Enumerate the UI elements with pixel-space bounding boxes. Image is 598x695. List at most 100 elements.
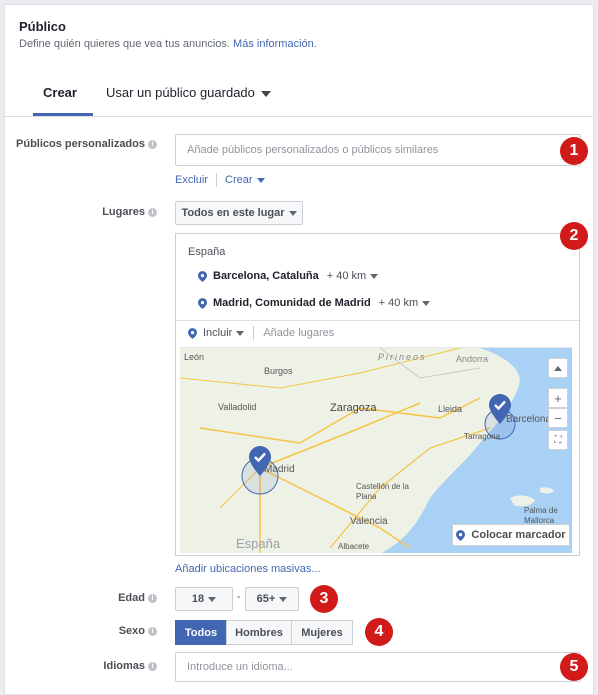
- divider: [176, 320, 579, 321]
- languages-label-text: Idiomas: [103, 660, 145, 672]
- map-label: Tarragona: [464, 432, 501, 441]
- map-marker-madrid[interactable]: [249, 446, 271, 476]
- gender-label: Sexo i: [7, 625, 157, 637]
- callout-badge-1: 1: [560, 137, 588, 165]
- info-icon[interactable]: i: [148, 593, 157, 603]
- add-locations-input[interactable]: Añade lugares: [263, 327, 334, 339]
- languages-label: Idiomas i: [7, 660, 157, 672]
- chevron-down-icon: [236, 330, 245, 336]
- map-label: Barcelona: [506, 414, 552, 425]
- locations-label-text: Lugares: [102, 206, 145, 218]
- age-max-dropdown[interactable]: 65+: [245, 587, 299, 611]
- section-title: Público: [19, 19, 66, 34]
- zoom-out-button[interactable]: −: [548, 408, 568, 428]
- fullscreen-button[interactable]: ⛶: [548, 430, 568, 450]
- age-label-text: Edad: [118, 592, 145, 604]
- gender-option-men[interactable]: Hombres: [226, 620, 292, 645]
- divider: [216, 173, 218, 187]
- callout-badge-4: 4: [365, 618, 393, 646]
- audience-panel: Público Define quién quieres que vea tus…: [4, 4, 594, 695]
- chevron-down-icon: [208, 596, 217, 602]
- custom-audiences-input[interactable]: Añade públicos personalizados o públicos…: [175, 134, 581, 166]
- locations-label: Lugares i: [7, 206, 157, 218]
- exclude-link[interactable]: Excluir: [175, 174, 208, 186]
- map-label: Pirineos: [378, 352, 427, 362]
- location-item[interactable]: Madrid, Comunidad de Madrid + 40 km: [198, 297, 431, 309]
- map-label: Valladolid: [218, 402, 257, 412]
- map[interactable]: León Burgos Pirineos Andorra Valladolid …: [180, 347, 572, 553]
- include-row: Incluir Añade lugares: [188, 326, 334, 340]
- radius-label: + 40 km: [326, 270, 367, 282]
- custom-audiences-placeholder: Añade públicos personalizados o públicos…: [187, 144, 439, 156]
- location-scope-dropdown[interactable]: Todos en este lugar: [175, 201, 303, 225]
- tabs-divider: [5, 116, 593, 117]
- radius-label: + 40 km: [378, 297, 419, 309]
- location-pin-icon: [188, 327, 197, 339]
- chevron-down-icon: [288, 210, 297, 216]
- info-icon[interactable]: i: [148, 139, 157, 149]
- zoom-in-button[interactable]: +: [548, 388, 568, 408]
- info-icon[interactable]: i: [148, 661, 157, 671]
- languages-placeholder: Introduce un idioma...: [187, 661, 293, 673]
- custom-audiences-label-text: Públicos personalizados: [16, 138, 145, 150]
- location-name: Barcelona, Cataluña: [213, 270, 319, 282]
- map-label: España: [236, 536, 281, 551]
- fullscreen-icon: ⛶: [554, 434, 562, 446]
- location-name: Madrid, Comunidad de Madrid: [213, 297, 371, 309]
- collapse-map-button[interactable]: [548, 358, 568, 378]
- subtitle-text: Define quién quieres que vea tus anuncio…: [19, 38, 230, 50]
- gender-label-text: Sexo: [118, 625, 145, 637]
- age-min-value: 18: [191, 593, 205, 605]
- chevron-down-icon: [260, 90, 271, 97]
- chevron-down-icon: [279, 596, 288, 602]
- age-max-value: 65+: [256, 593, 276, 605]
- section-subtitle: Define quién quieres que vea tus anuncio…: [19, 38, 317, 50]
- more-info-link[interactable]: Más información.: [233, 38, 317, 50]
- age-label: Edad i: [7, 592, 157, 604]
- tab-saved-label: Usar un público guardado: [106, 85, 255, 100]
- tab-saved-audience[interactable]: Usar un público guardado: [106, 85, 271, 100]
- location-scope-label: Todos en este lugar: [181, 207, 285, 219]
- map-label: Lleida: [438, 404, 463, 414]
- location-pin-icon: [198, 297, 207, 309]
- map-label: Palma de Mallorca: [524, 506, 558, 525]
- callout-badge-5: 5: [560, 653, 588, 681]
- callout-badge-3: 3: [310, 585, 338, 613]
- info-icon[interactable]: i: [148, 626, 157, 636]
- map-label: Albacete: [338, 542, 370, 551]
- location-pin-icon: [198, 270, 207, 282]
- age-separator: -: [237, 591, 241, 603]
- custom-audiences-label: Públicos personalizados i: [7, 138, 157, 150]
- bulk-locations-link[interactable]: Añadir ubicaciones masivas...: [175, 563, 321, 575]
- create-audience-label: Crear: [225, 174, 253, 186]
- location-country: España: [188, 246, 226, 258]
- chevron-down-icon: [422, 300, 431, 306]
- age-min-dropdown[interactable]: 18: [175, 587, 233, 611]
- create-audience-link[interactable]: Crear: [225, 174, 265, 186]
- locations-box: España Barcelona, Cataluña + 40 km Madri…: [175, 233, 580, 556]
- map-marker-barcelona[interactable]: [489, 394, 511, 424]
- callout-badge-2: 2: [560, 222, 588, 250]
- place-marker-button[interactable]: Colocar marcador: [452, 524, 570, 546]
- gender-option-women[interactable]: Mujeres: [291, 620, 353, 645]
- chevron-up-icon: [554, 365, 562, 371]
- map-label: Andorra: [456, 354, 489, 364]
- languages-input[interactable]: Introduce un idioma...: [175, 652, 581, 682]
- include-dropdown[interactable]: Incluir: [203, 327, 245, 339]
- tab-create[interactable]: Crear: [43, 85, 77, 100]
- location-pin-icon: [456, 529, 466, 541]
- info-icon[interactable]: i: [148, 207, 157, 217]
- divider: [253, 326, 255, 340]
- map-label: León: [184, 352, 205, 362]
- custom-audiences-actions: Excluir Crear: [175, 173, 265, 187]
- gender-option-all[interactable]: Todos: [175, 620, 227, 645]
- place-marker-label: Colocar marcador: [471, 529, 566, 541]
- chevron-down-icon: [256, 177, 265, 183]
- map-label: Burgos: [264, 366, 293, 376]
- chevron-down-icon: [370, 273, 379, 279]
- include-label: Incluir: [203, 327, 233, 339]
- radius-dropdown[interactable]: + 40 km: [326, 270, 379, 282]
- radius-dropdown[interactable]: + 40 km: [378, 297, 431, 309]
- map-label: Zaragoza: [330, 402, 377, 414]
- location-item[interactable]: Barcelona, Cataluña + 40 km: [198, 270, 379, 282]
